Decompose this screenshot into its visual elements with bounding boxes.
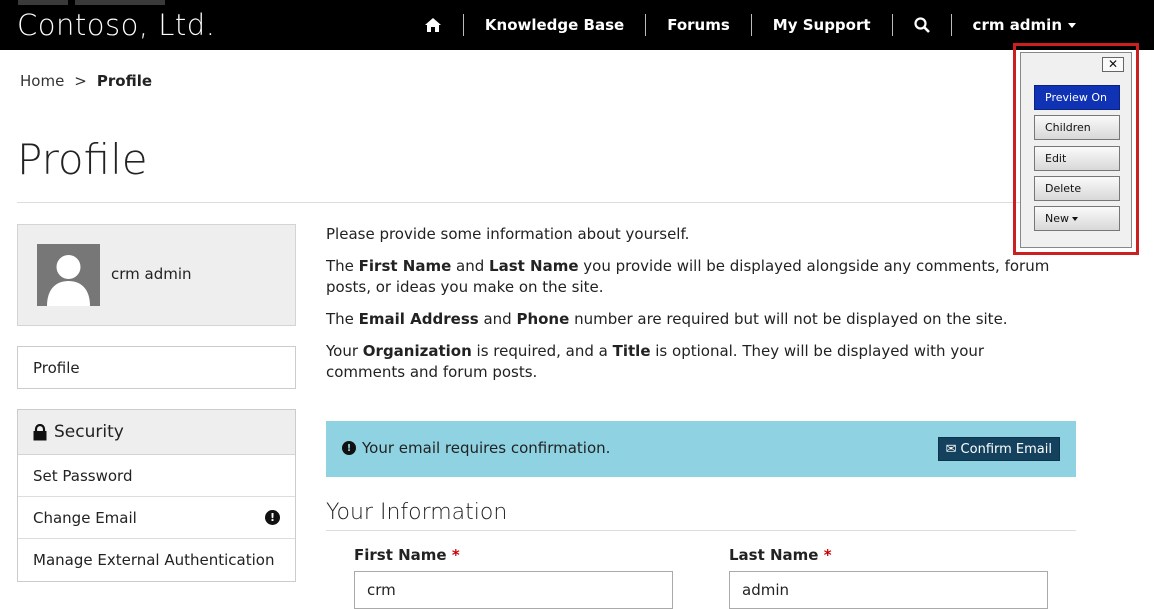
title-divider <box>17 202 1075 203</box>
exclamation-icon: ! <box>342 441 356 455</box>
children-button[interactable]: Children <box>1034 115 1120 140</box>
breadcrumb-home[interactable]: Home <box>20 72 64 90</box>
alert-text: Your email requires confirmation. <box>362 439 611 457</box>
user-silhouette-icon <box>47 255 90 306</box>
intro-paragraph: The First Name and Last Name you provide… <box>326 257 1050 296</box>
editing-toolbar: ✕ Preview On Children Edit Delete New <box>1020 52 1132 248</box>
brand-logo[interactable]: Contoso, Ltd. <box>17 8 215 42</box>
search-icon <box>913 17 930 33</box>
envelope-icon: ✉ <box>945 441 957 457</box>
section-divider <box>326 530 1076 531</box>
delete-button[interactable]: Delete <box>1034 176 1120 201</box>
home-icon <box>424 18 441 32</box>
breadcrumb: Home > Profile <box>20 72 152 90</box>
avatar <box>37 244 100 306</box>
user-card: crm admin <box>17 224 296 326</box>
user-menu-label: crm admin <box>972 16 1062 34</box>
nav-forums[interactable]: Forums <box>646 14 751 36</box>
section-title: Your Information <box>326 500 508 525</box>
first-name-input[interactable] <box>354 571 673 609</box>
top-navbar: Contoso, Ltd. Knowledge Base Forums My S… <box>0 0 1154 50</box>
sidebar-item-label: Manage External Authentication <box>33 551 275 569</box>
home-link[interactable] <box>403 14 463 36</box>
intro-text: Please provide some information about yo… <box>326 224 1066 394</box>
security-title: Security <box>54 422 124 442</box>
lock-icon <box>33 423 47 440</box>
intro-paragraph: Your Organization is required, and a Tit… <box>326 342 985 381</box>
breadcrumb-current: Profile <box>96 72 153 90</box>
preview-on-button[interactable]: Preview On <box>1034 85 1120 110</box>
breadcrumb-separator: > <box>74 72 87 90</box>
edit-button[interactable]: Edit <box>1034 146 1120 171</box>
nav-knowledge-base[interactable]: Knowledge Base <box>464 14 645 36</box>
new-button[interactable]: New <box>1034 206 1120 231</box>
user-menu[interactable]: crm admin <box>952 14 1154 36</box>
top-tab-shadow <box>75 0 165 5</box>
nav-my-support[interactable]: My Support <box>752 14 892 36</box>
security-header: Security <box>18 410 295 455</box>
confirm-email-button[interactable]: ✉ Confirm Email <box>937 437 1060 461</box>
exclamation-icon: ! <box>265 510 280 525</box>
sidebar-item-change-email[interactable]: Change Email ! <box>18 497 295 539</box>
sidebar-item-label: Change Email <box>33 508 137 527</box>
user-card-name: crm admin <box>111 265 192 283</box>
sidebar-item-label: Set Password <box>33 466 133 485</box>
sidebar-item-manage-external-auth[interactable]: Manage External Authentication <box>18 539 295 581</box>
last-name-input[interactable] <box>729 571 1048 609</box>
security-panel: Security Set Password Change Email ! Man… <box>17 409 296 582</box>
chevron-down-icon <box>1068 22 1076 28</box>
alert-message: ! Your email requires confirmation. <box>342 439 610 457</box>
confirm-email-label: Confirm Email <box>960 441 1052 457</box>
search-button[interactable] <box>893 14 951 36</box>
intro-paragraph: Please provide some information about yo… <box>326 225 690 243</box>
first-name-label: First Name * <box>354 546 460 564</box>
close-icon[interactable]: ✕ <box>1102 57 1124 72</box>
page-title: Profile <box>17 135 148 184</box>
chevron-down-icon <box>1072 217 1078 221</box>
last-name-label: Last Name * <box>729 546 832 564</box>
email-confirmation-alert: ! Your email requires confirmation. ✉ Co… <box>326 421 1076 477</box>
sidebar-item-set-password[interactable]: Set Password <box>18 455 295 497</box>
intro-paragraph: The Email Address and Phone number are r… <box>326 310 1008 328</box>
sidebar-item-profile[interactable]: Profile <box>17 346 296 389</box>
new-button-label: New <box>1045 212 1069 225</box>
top-tab-shadow <box>18 0 68 5</box>
